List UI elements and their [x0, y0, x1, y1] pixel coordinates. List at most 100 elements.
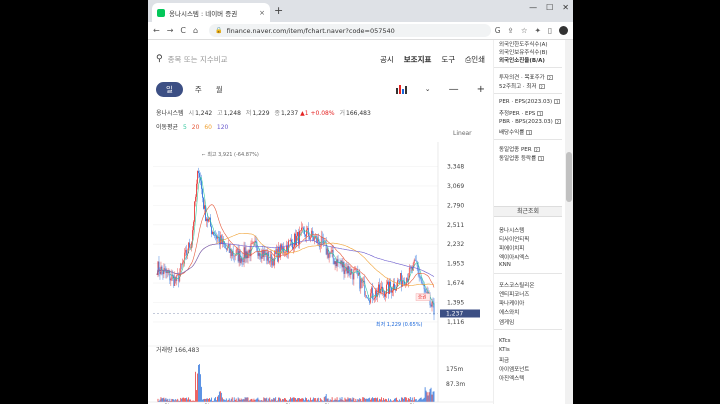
sidepanel-icon[interactable]: ▯ — [548, 26, 552, 35]
volume-bar — [240, 398, 242, 402]
reload-button[interactable]: C — [180, 26, 186, 35]
ma-20[interactable]: 20 — [192, 124, 200, 131]
volume-bar — [344, 397, 346, 402]
tab-close-icon[interactable]: × — [259, 9, 265, 17]
url-bar[interactable]: 🔒 finance.naver.com/item/fchart.naver?co… — [209, 24, 491, 37]
volume-bar — [317, 397, 319, 402]
recent-item[interactable]: 포스코스틸리온 — [499, 281, 534, 289]
recent-item[interactable]: 피금 — [499, 356, 509, 364]
volume-bar — [220, 392, 222, 402]
volume-bar — [246, 397, 248, 402]
ma-label: 이동평균 — [156, 124, 179, 131]
url-text: finance.naver.com/item/fchart.naver?code… — [226, 26, 395, 35]
disclosure-menu[interactable]: 공시 — [380, 54, 394, 65]
volume-bar — [348, 398, 350, 402]
new-tab-button[interactable]: + — [274, 4, 283, 17]
recent-item[interactable]: KTcs — [499, 338, 511, 344]
minimize-button[interactable]: — — [529, 3, 537, 12]
divider — [494, 329, 562, 330]
extensions-icon[interactable]: ✦ — [535, 26, 541, 35]
zoom-in-button[interactable]: + — [477, 84, 485, 95]
close-window-button[interactable]: ✕ — [562, 3, 569, 12]
volume-bar — [166, 399, 168, 402]
ma-120[interactable]: 120 — [217, 124, 228, 131]
price-chart[interactable]: 3,348 3,069 2,790 2,511 2,232 1,953 1,674 1,395… — [148, 140, 493, 404]
recent-item[interactable]: 옹나시스템 — [499, 226, 524, 234]
recent-item[interactable]: 엔티피코너즈 — [499, 290, 529, 298]
help-icon[interactable]: ? — [533, 147, 540, 153]
recent-item[interactable]: KTis — [499, 347, 510, 353]
recent-item[interactable]: 아이엠포넌트 — [499, 365, 529, 373]
help-icon[interactable]: ? — [537, 111, 544, 117]
volume-bar — [424, 387, 426, 402]
volume-bar — [381, 397, 382, 402]
google-icon[interactable]: G — [495, 26, 501, 35]
volume-bar — [237, 397, 239, 402]
candle-body — [409, 267, 411, 269]
period-month-tab[interactable]: 월 — [216, 84, 223, 95]
candle-body — [219, 235, 221, 245]
forward-button[interactable]: → — [167, 26, 174, 35]
ma-60[interactable]: 60 — [204, 124, 212, 131]
recent-item[interactable]: 파나케이아 — [499, 299, 524, 307]
candle-body — [284, 252, 285, 253]
scrollbar-thumb[interactable] — [566, 152, 572, 202]
period-week-tab[interactable]: 주 — [195, 84, 202, 95]
candle-body — [202, 188, 203, 198]
browser-window: 옹나시스템 : 네이버 증권 × + — ☐ ✕ ← → C ⌂ 🔒 finan… — [148, 0, 573, 404]
sidebar-scrollbar[interactable] — [565, 40, 573, 404]
event-marker-label: 증권 — [418, 294, 426, 301]
volume-bar — [228, 398, 230, 402]
tools-menu[interactable]: 도구 — [441, 54, 455, 65]
est-per-text: 추정PER · EPS — [499, 111, 536, 117]
profile-avatar[interactable] — [559, 26, 568, 35]
recent-item[interactable]: 아진엑스텍 — [499, 374, 524, 382]
recent-item[interactable]: 엠게임 — [499, 318, 514, 326]
candle-body — [417, 266, 419, 274]
candle-body — [290, 239, 291, 241]
print-button[interactable]: ⎙인쇄 — [465, 54, 485, 65]
recent-item[interactable]: 피에이치피 — [499, 244, 524, 252]
volume-bar — [291, 398, 292, 402]
volume-bar — [164, 399, 166, 402]
recent-item[interactable]: KNN — [499, 262, 511, 268]
candlestick-type-icon[interactable] — [395, 84, 407, 94]
tab-active[interactable]: 옹나시스템 : 네이버 증권 × — [152, 3, 270, 22]
volume-bar — [169, 398, 171, 402]
volume-bar — [250, 398, 252, 402]
help-icon[interactable]: ? — [526, 130, 533, 136]
help-icon[interactable]: ? — [538, 156, 545, 162]
help-icon[interactable]: ? — [554, 119, 561, 125]
volume-bar — [263, 397, 265, 402]
candle-body — [183, 260, 185, 263]
volume-bar — [198, 364, 199, 402]
candle-body — [292, 242, 293, 249]
share-icon[interactable]: ⇪ — [508, 26, 514, 35]
scale-selector[interactable]: Linear — [453, 130, 472, 137]
ma-5[interactable]: 5 — [183, 124, 187, 131]
home-button[interactable]: ⌂ — [193, 26, 198, 35]
candle-body — [301, 227, 302, 231]
volume-bar — [313, 398, 315, 402]
compare-search[interactable]: ⚲ 종목 또는 지수비교 — [156, 54, 380, 65]
help-icon[interactable]: ? — [554, 99, 561, 105]
candle-body — [173, 275, 175, 287]
volume-title: 거래량 166,483 — [156, 346, 199, 354]
indicators-menu[interactable]: 보조지표 — [404, 54, 432, 65]
candle-body — [334, 261, 336, 265]
chevron-down-icon[interactable]: ⌄ — [425, 85, 431, 93]
help-icon[interactable]: ? — [546, 75, 553, 81]
bookmark-star-icon[interactable]: ☆ — [521, 26, 528, 35]
period-day-tab[interactable]: 일 — [156, 81, 183, 97]
recent-item[interactable]: 에스와치 — [499, 308, 519, 316]
zoom-out-button[interactable]: — — [449, 84, 459, 95]
back-button[interactable]: ← — [153, 26, 160, 35]
volume-bar — [405, 397, 407, 402]
target-price-text: 투자의견 · 목표주가 — [499, 75, 545, 81]
help-icon[interactable]: ? — [538, 84, 545, 90]
volume-bar — [279, 397, 281, 402]
maximize-button[interactable]: ☐ — [546, 3, 553, 12]
recent-item[interactable]: 엑이아씨엑스 — [499, 253, 529, 261]
recent-item[interactable]: 티사이언티픽 — [499, 235, 529, 243]
volume-bar — [324, 396, 326, 402]
